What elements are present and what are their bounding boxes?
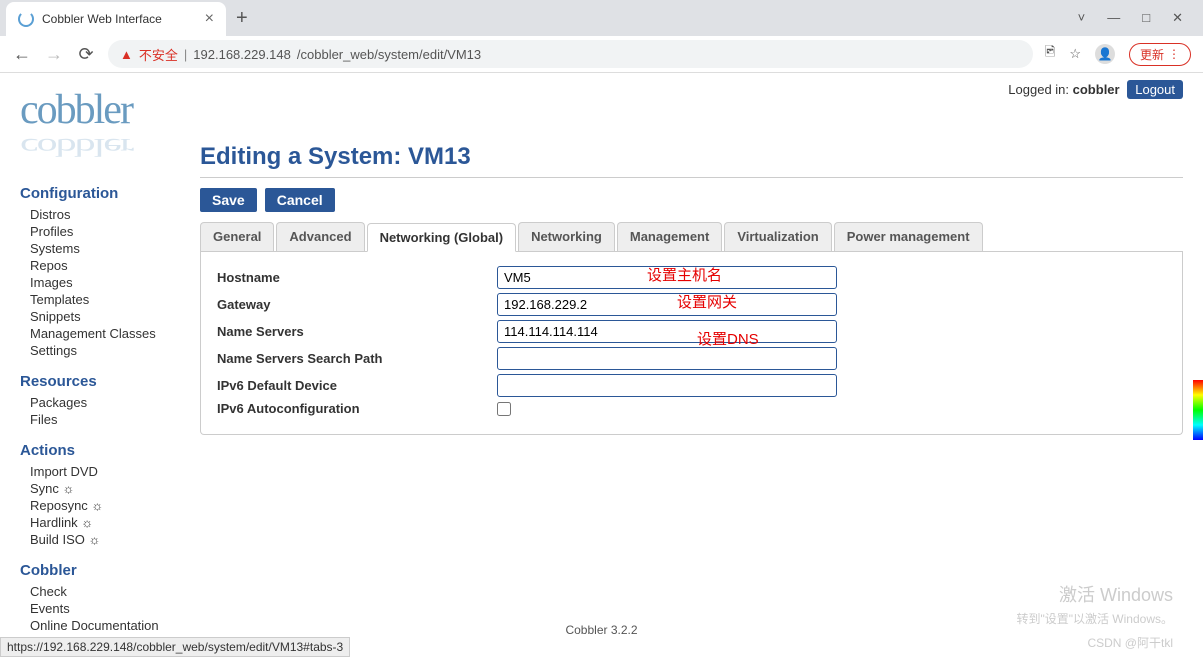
sidebar-item-images[interactable]: Images bbox=[20, 274, 190, 291]
forward-button[interactable]: → bbox=[44, 44, 64, 65]
name-servers-label: Name Servers bbox=[217, 324, 497, 339]
logged-in-label: Logged in: bbox=[1008, 82, 1072, 97]
sidebar-item-management-classes[interactable]: Management Classes bbox=[20, 325, 190, 342]
ipv6-autoconf-label: IPv6 Autoconfiguration bbox=[217, 401, 497, 416]
sidebar-item-hardlink[interactable]: Hardlink ☼ bbox=[20, 514, 190, 531]
annotation-dns: 设置DNS bbox=[697, 328, 759, 349]
ipv6-default-label: IPv6 Default Device bbox=[217, 378, 497, 393]
update-button[interactable]: 更新⋮ bbox=[1129, 43, 1191, 66]
sidebar-heading-configuration: Configuration bbox=[20, 185, 190, 202]
favicon-icon bbox=[18, 11, 34, 27]
window-minimize-icon[interactable]: — bbox=[1107, 10, 1120, 26]
sidebar-item-sync[interactable]: Sync ☼ bbox=[20, 480, 190, 497]
new-tab-button[interactable]: + bbox=[236, 7, 248, 30]
gateway-label: Gateway bbox=[217, 297, 497, 312]
username: cobbler bbox=[1073, 82, 1120, 97]
hostname-label: Hostname bbox=[217, 270, 497, 285]
tab-bar: Cobbler Web Interface × + ˅ — □ ✕ bbox=[0, 0, 1203, 36]
sidebar-heading-actions: Actions bbox=[20, 442, 190, 459]
main-content: Editing a System: VM13 Save Cancel Gener… bbox=[190, 83, 1183, 636]
ipv6-default-input[interactable] bbox=[497, 374, 837, 397]
annotation-hostname: 设置主机名 bbox=[647, 264, 722, 285]
sidebar-item-files[interactable]: Files bbox=[20, 411, 190, 428]
back-button[interactable]: ← bbox=[12, 44, 32, 65]
sidebar: cobbler cobbler Configuration Distros Pr… bbox=[20, 83, 190, 636]
window-close-icon[interactable]: ✕ bbox=[1172, 10, 1183, 26]
window-maximize-icon[interactable]: □ bbox=[1142, 10, 1150, 26]
logo-reflection: cobbler bbox=[20, 133, 190, 162]
cancel-button[interactable]: Cancel bbox=[265, 188, 335, 212]
annotation-gateway: 设置网关 bbox=[677, 291, 737, 312]
tab-title: Cobbler Web Interface bbox=[42, 12, 197, 26]
tab-virtualization[interactable]: Virtualization bbox=[724, 222, 831, 251]
url-host: 192.168.229.148 bbox=[193, 47, 291, 62]
sidebar-item-build-iso[interactable]: Build ISO ☼ bbox=[20, 531, 190, 548]
sidebar-heading-cobbler: Cobbler bbox=[20, 562, 190, 579]
translate-icon[interactable]: 🖻 bbox=[1045, 43, 1055, 65]
security-warning: 不安全 bbox=[139, 45, 178, 64]
profile-avatar-icon[interactable]: 👤 bbox=[1095, 44, 1115, 64]
url-path: /cobbler_web/system/edit/VM13 bbox=[297, 47, 481, 62]
tab-networking[interactable]: Networking bbox=[518, 222, 615, 251]
tab-general[interactable]: General bbox=[200, 222, 274, 251]
ns-search-input[interactable] bbox=[497, 347, 837, 370]
tabs: General Advanced Networking (Global) Net… bbox=[200, 222, 1183, 252]
tab-management[interactable]: Management bbox=[617, 222, 722, 251]
warning-icon: ▲ bbox=[120, 47, 133, 62]
sidebar-item-import-dvd[interactable]: Import DVD bbox=[20, 463, 190, 480]
logo: cobbler bbox=[20, 89, 190, 131]
browser-chrome: Cobbler Web Interface × + ˅ — □ ✕ ← → ⟳ … bbox=[0, 0, 1203, 73]
sidebar-item-repos[interactable]: Repos bbox=[20, 257, 190, 274]
login-info: Logged in: cobbler Logout bbox=[1008, 82, 1183, 97]
url-bar: ← → ⟳ ▲ 不安全 | 192.168.229.148/cobbler_we… bbox=[0, 36, 1203, 72]
tab-networking-global[interactable]: Networking (Global) bbox=[367, 223, 517, 252]
sidebar-item-profiles[interactable]: Profiles bbox=[20, 223, 190, 240]
sidebar-item-packages[interactable]: Packages bbox=[20, 394, 190, 411]
sidebar-item-templates[interactable]: Templates bbox=[20, 291, 190, 308]
reload-button[interactable]: ⟳ bbox=[76, 44, 96, 65]
sidebar-item-events[interactable]: Events bbox=[20, 600, 190, 617]
page-title: Editing a System: VM13 bbox=[200, 143, 1183, 171]
sidebar-item-distros[interactable]: Distros bbox=[20, 206, 190, 223]
tab-panel: Hostname 设置主机名 Gateway 设置网关 Name Servers… bbox=[200, 252, 1183, 435]
divider bbox=[200, 177, 1183, 178]
url-field[interactable]: ▲ 不安全 | 192.168.229.148/cobbler_web/syst… bbox=[108, 40, 1033, 68]
window-controls: ˅ — □ ✕ bbox=[1078, 10, 1203, 26]
ipv6-autoconf-checkbox[interactable] bbox=[497, 402, 511, 416]
sidebar-item-reposync[interactable]: Reposync ☼ bbox=[20, 497, 190, 514]
sidebar-item-systems[interactable]: Systems bbox=[20, 240, 190, 257]
tab-close-icon[interactable]: × bbox=[205, 10, 214, 28]
url-separator: | bbox=[184, 47, 187, 62]
logout-button[interactable]: Logout bbox=[1127, 80, 1183, 99]
gateway-input[interactable] bbox=[497, 293, 837, 316]
window-dropdown-icon[interactable]: ˅ bbox=[1078, 10, 1086, 26]
sidebar-item-snippets[interactable]: Snippets bbox=[20, 308, 190, 325]
ns-search-label: Name Servers Search Path bbox=[217, 351, 497, 366]
tab-advanced[interactable]: Advanced bbox=[276, 222, 364, 251]
browser-tab[interactable]: Cobbler Web Interface × bbox=[6, 2, 226, 36]
sidebar-heading-resources: Resources bbox=[20, 373, 190, 390]
sidebar-item-check[interactable]: Check bbox=[20, 583, 190, 600]
watermark-activate-sub: 转到"设置"以激活 Windows。 bbox=[1016, 610, 1173, 627]
bookmark-icon[interactable]: ☆ bbox=[1069, 46, 1081, 62]
watermark-csdn: CSDN @阿干tkl bbox=[1087, 634, 1173, 651]
tab-power-management[interactable]: Power management bbox=[834, 222, 983, 251]
sidebar-item-settings[interactable]: Settings bbox=[20, 342, 190, 359]
status-bar: https://192.168.229.148/cobbler_web/syst… bbox=[0, 637, 350, 657]
name-servers-input[interactable] bbox=[497, 320, 837, 343]
color-bar-decoration bbox=[1193, 380, 1203, 440]
watermark-activate: 激活 Windows bbox=[1059, 581, 1173, 607]
save-button[interactable]: Save bbox=[200, 188, 257, 212]
